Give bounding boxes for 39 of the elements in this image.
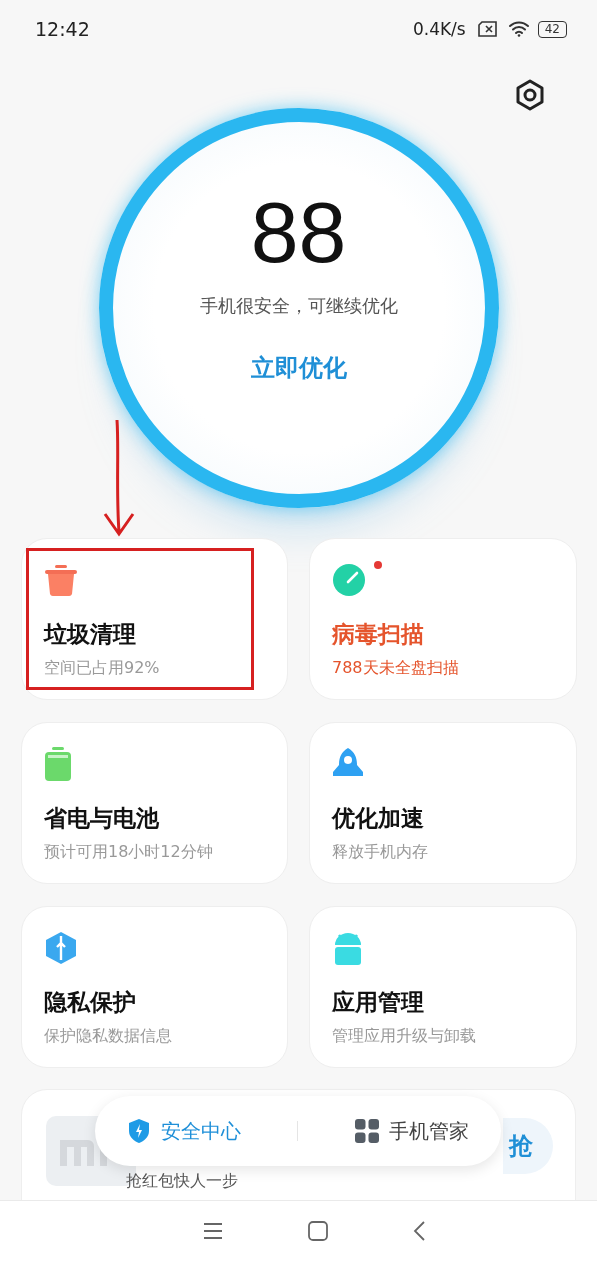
card-subtitle: 空间已占用92% [44,658,161,679]
card-subtitle: 管理应用升级与卸载 [332,1026,477,1047]
card-title: 优化加速 [332,804,425,833]
network-speed: 0.4K/s [412,19,466,39]
promo-subtitle: 抢红包快人一步 [126,1172,238,1190]
feature-card[interactable]: 病毒扫描 788天未全盘扫描 [309,538,577,700]
home-icon[interactable] [306,1219,329,1242]
card-title: 省电与电池 [44,804,160,833]
card-title: 病毒扫描 [332,620,425,649]
radar-icon [332,563,366,597]
menu-icon[interactable] [201,1221,224,1240]
security-score: 88 [250,183,347,282]
hexagon-shield-icon [44,931,78,965]
battery-icon [44,747,72,781]
trash-can-icon [44,563,78,597]
shield-icon [127,1118,152,1144]
wifi-icon [507,21,530,37]
status-time: 12:42 [35,18,90,40]
card-subtitle: 释放手机内存 [332,842,429,863]
feature-card[interactable]: 优化加速 释放手机内存 [309,722,577,884]
card-subtitle: 788天未全盘扫描 [332,658,460,679]
score-message: 手机很安全，可继续优化 [199,294,398,318]
feature-card[interactable]: 隐私保护 保护隐私数据信息 [21,906,288,1068]
grid-icon [354,1119,379,1143]
card-subtitle: 预计可用18小时12分钟 [44,842,214,863]
card-subtitle: 保护隐私数据信息 [44,1026,173,1047]
no-sim-icon [477,21,500,37]
switcher-tab[interactable]: 手机管家 [346,1111,477,1151]
card-title: 隐私保护 [44,988,137,1017]
back-icon[interactable] [411,1219,426,1242]
switcher-tab[interactable]: 安全中心 [119,1111,250,1151]
card-title: 应用管理 [332,988,425,1017]
feature-card[interactable]: 垃圾清理 空间已占用92% [21,538,288,700]
feature-card[interactable]: 省电与电池 预计可用18小时12分钟 [21,722,288,884]
optimize-button[interactable]: 立即优化 [240,348,357,388]
battery-indicator: 42 [537,20,567,38]
android-icon [332,931,364,965]
card-title: 垃圾清理 [44,620,137,649]
feature-card[interactable]: 应用管理 管理应用升级与卸载 [309,906,577,1068]
